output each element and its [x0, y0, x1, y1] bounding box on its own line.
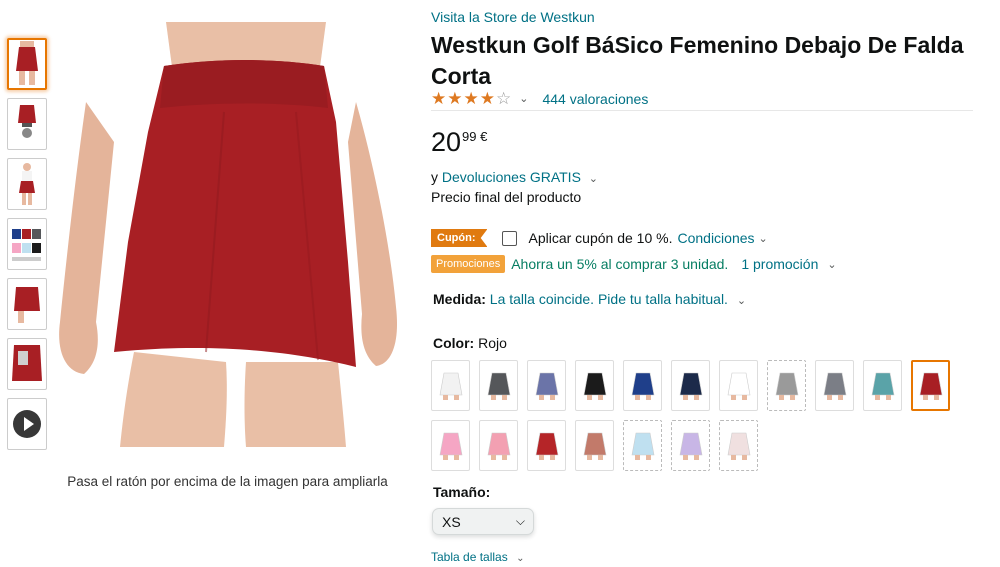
coupon-conditions-link[interactable]: Condiciones	[677, 230, 754, 246]
skirt-thumbnail-image	[16, 41, 38, 85]
thumbnail-video[interactable]	[7, 398, 47, 450]
color-label-row: Color: Rojo	[433, 335, 507, 351]
color-swatch[interactable]	[863, 360, 902, 411]
size-table-row: Tabla de tallas ⌄	[431, 550, 524, 564]
thumbnail-colors[interactable]	[7, 218, 47, 270]
final-price-note: Precio final del producto	[431, 189, 582, 205]
size-fit-link[interactable]: La talla coincide. Pide tu talla habitua…	[490, 291, 728, 307]
coupon-checkbox[interactable]	[502, 230, 518, 246]
size-table-link[interactable]: Tabla de tallas	[431, 550, 508, 564]
color-swatch[interactable]	[527, 360, 566, 411]
coupon-text: Aplicar cupón de 10 %.	[528, 230, 673, 246]
thumbnail-detail[interactable]	[7, 278, 47, 330]
promotion-text: Ahorra un 5% al comprar 3 unidad.	[511, 256, 729, 272]
product-title: Westkun Golf BáSico Femenino Debajo De F…	[431, 32, 964, 89]
color-swatch[interactable]	[911, 360, 950, 411]
size-fit-label: Medida:	[433, 291, 486, 307]
thumbnail-list	[7, 38, 47, 458]
color-label: Color:	[433, 335, 475, 351]
play-icon	[13, 410, 41, 438]
color-swatch[interactable]	[431, 420, 470, 471]
thumbnail-pocket[interactable]	[7, 338, 47, 390]
color-swatch[interactable]	[479, 360, 518, 411]
color-swatch[interactable]	[527, 420, 566, 471]
color-swatch[interactable]	[671, 360, 710, 411]
zoom-hint: Pasa el ratón por encima de la imagen pa…	[67, 474, 388, 489]
skirt-detail-thumbnail-image	[14, 287, 40, 323]
promotion-badge: Promociones	[431, 255, 506, 273]
color-swatch[interactable]	[479, 420, 518, 471]
chevron-down-icon[interactable]: ⌄	[737, 295, 746, 307]
chevron-down-icon[interactable]: ⌄	[827, 258, 836, 271]
chevron-down-icon[interactable]: ⌄	[519, 92, 528, 105]
returns-row: y Devoluciones GRATIS ⌄	[431, 169, 598, 185]
swatch-row	[431, 360, 971, 411]
skirt-main-image	[59, 22, 398, 447]
chevron-down-icon[interactable]: ⌄	[759, 232, 768, 245]
color-swatch[interactable]	[575, 360, 614, 411]
star-empty-icon: ☆	[496, 89, 512, 108]
coupon-badge: Cupón:	[431, 229, 488, 247]
promotion-row: Promociones Ahorra un 5% al comprar 3 un…	[431, 255, 837, 273]
color-swatch[interactable]	[767, 360, 806, 411]
color-swatch[interactable]	[431, 360, 470, 411]
chevron-down-icon[interactable]: ⌄	[516, 553, 524, 564]
color-swatch[interactable]	[815, 360, 854, 411]
skirt-side-thumbnail-image	[18, 105, 36, 138]
star-rating[interactable]: ★ ★ ★ ★ ☆	[431, 90, 511, 107]
divider	[431, 110, 973, 111]
pocket-thumbnail-image	[12, 345, 42, 381]
color-swatches	[431, 360, 971, 480]
chevron-down-icon[interactable]: ⌄	[589, 173, 598, 185]
color-swatch[interactable]	[575, 420, 614, 471]
price-whole: 20	[431, 127, 462, 157]
coupon-row: Cupón: Aplicar cupón de 10 %. Condicione…	[431, 229, 768, 247]
promotion-link[interactable]: 1 promoción	[741, 256, 818, 272]
star-full-icon: ★	[431, 89, 447, 108]
thumbnail-front[interactable]	[7, 38, 47, 90]
star-full-icon: ★	[479, 89, 495, 108]
chevron-down-icon: ⌵	[515, 514, 525, 528]
ratings-count-link[interactable]: 444 valoraciones	[542, 91, 648, 107]
star-full-icon: ★	[447, 89, 463, 108]
swatch-row	[431, 420, 971, 471]
store-link[interactable]: Visita la Store de Westkun	[431, 9, 595, 25]
price-fraction: 99 €	[462, 129, 488, 144]
star-full-icon: ★	[463, 89, 479, 108]
free-returns-link[interactable]: Devoluciones GRATIS	[442, 169, 581, 185]
thumbnail-model[interactable]	[7, 158, 47, 210]
returns-prefix: y	[431, 169, 438, 185]
model-thumbnail-image	[19, 163, 35, 205]
size-dropdown[interactable]: XS ⌵	[432, 508, 534, 535]
color-chart-thumbnail-image	[12, 229, 41, 261]
size-fit-row: Medida: La talla coincide. Pide tu talla…	[433, 291, 746, 307]
main-product-image[interactable]	[56, 22, 408, 447]
price: 20 99 €	[431, 125, 487, 159]
color-swatch[interactable]	[671, 420, 710, 471]
size-selected-value: XS	[442, 513, 461, 530]
size-label: Tamaño:	[433, 484, 491, 500]
color-swatch[interactable]	[719, 420, 758, 471]
thumbnail-side[interactable]	[7, 98, 47, 150]
color-swatch[interactable]	[623, 360, 662, 411]
color-swatch[interactable]	[719, 360, 758, 411]
rating-row: ★ ★ ★ ★ ☆ ⌄ 444 valoraciones	[431, 90, 648, 107]
color-swatch[interactable]	[623, 420, 662, 471]
color-value: Rojo	[478, 335, 507, 351]
